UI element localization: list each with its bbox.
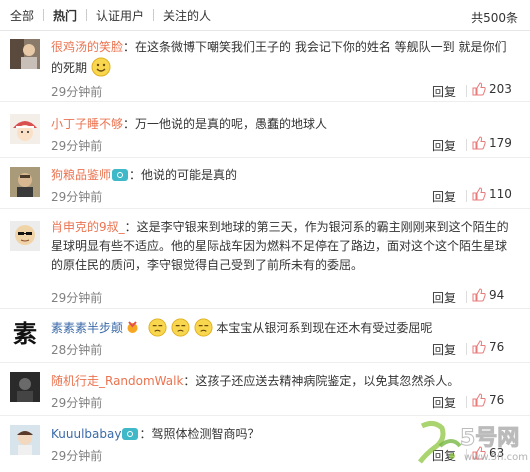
tab-following[interactable]: 关注的人	[154, 7, 220, 24]
comment-item: 小丁子睡不够：万一他说的是真的呢，愚蠢的地球人 29分钟前 回复 179	[0, 102, 530, 158]
comment-username[interactable]: 肖申克的9叔_	[51, 220, 125, 234]
thumbs-up-icon	[472, 340, 486, 354]
like-count: 203	[489, 82, 512, 96]
comment-item: 随机行走_RandomWalk：这孩子还应送去精神病院鉴定，以免其忽然杀人。 2…	[0, 363, 530, 416]
unamused-emoji-icon	[148, 318, 167, 337]
divider	[466, 139, 467, 151]
reply-button[interactable]: 回复	[432, 341, 456, 358]
unamused-emoji-icon	[171, 318, 190, 337]
like-count: 76	[489, 340, 505, 354]
thumbs-up-icon	[472, 82, 486, 96]
reply-button[interactable]: 回复	[432, 289, 456, 306]
reply-button[interactable]: 回复	[432, 394, 456, 411]
tab-hot[interactable]: 热门	[44, 7, 86, 24]
tab-verified-users[interactable]: 认证用户	[87, 7, 153, 24]
avatar[interactable]	[10, 167, 40, 197]
comment-text-block: 小丁子睡不够：万一他说的是真的呢，愚蠢的地球人	[51, 115, 517, 134]
site-watermark-logo: 5号网 www.5h.com	[412, 418, 530, 469]
avatar[interactable]	[10, 114, 40, 144]
comment-text-block: 肖申克的9叔_：这是李守银来到地球的第三天，作为银河系的霸主刚刚来到这个陌生的星…	[51, 218, 517, 275]
comment-content: ：万一他说的是真的呢，愚蠢的地球人	[123, 117, 328, 131]
divider	[466, 85, 467, 97]
comment-item: 很鸡汤的笑脸：在这条微博下嘲笑我们王子的 我会记下你的姓名 等舰队一到 就是你们…	[0, 31, 530, 102]
like-button[interactable]: 179	[472, 136, 512, 150]
emoji-group	[144, 318, 216, 337]
like-button[interactable]: 76	[472, 340, 504, 354]
avatar-glyph: 素	[13, 319, 37, 348]
avatar-image	[10, 372, 40, 402]
divider	[466, 343, 467, 355]
avatar[interactable]	[10, 39, 40, 69]
thumbs-up-icon	[472, 187, 486, 201]
thumbs-up-icon	[472, 288, 486, 302]
comment-username[interactable]: 狗粮品鉴师	[51, 168, 111, 182]
thumbs-up-icon	[472, 136, 486, 150]
like-count: 179	[489, 136, 512, 150]
thumbs-up-icon	[472, 393, 486, 407]
comment-text-block: 狗粮品鉴师 ：他说的可能是真的	[51, 166, 517, 185]
divider	[466, 291, 467, 303]
avatar[interactable]	[10, 221, 40, 251]
comment-time: 29分钟前	[51, 449, 103, 463]
reply-button[interactable]: 回复	[432, 188, 456, 205]
comment-tabs: 全部 热门 认证用户 关注的人 共500条	[0, 0, 530, 31]
comment-content: ：他说的可能是真的	[129, 168, 238, 182]
avatar-image	[10, 114, 40, 144]
comment-item: 素 素素素半步颠 本宝宝从银河系到现在还木有受过委屈呢 28分钟前 回复 76	[0, 309, 530, 363]
verified-badge-icon	[112, 169, 129, 181]
comment-content: ：驾照体检测智商吗？	[139, 427, 260, 441]
like-button[interactable]: 94	[472, 288, 504, 302]
divider	[466, 396, 467, 408]
comment-username[interactable]: Kuuulbabay	[51, 427, 121, 441]
avatar-image	[10, 221, 40, 251]
reply-button[interactable]: 回复	[432, 137, 456, 154]
comment-username[interactable]: 素素素半步颠	[51, 321, 123, 335]
comment-username[interactable]: 很鸡汤的笑脸	[51, 40, 123, 54]
avatar[interactable]	[10, 425, 40, 455]
like-count: 94	[489, 288, 505, 302]
comment-username[interactable]: 随机行走_RandomWalk	[51, 374, 183, 388]
comment-total-count: 共500条	[471, 11, 518, 25]
avatar[interactable]	[10, 372, 40, 402]
comment-time: 29分钟前	[51, 139, 103, 153]
like-count: 110	[489, 187, 512, 201]
smile-emoji-icon	[91, 57, 111, 83]
avatar-image	[10, 167, 40, 197]
comment-time: 29分钟前	[51, 190, 103, 204]
comment-time: 28分钟前	[51, 343, 103, 357]
comment-item: 肖申克的9叔_：这是李守银来到地球的第三天，作为银河系的霸主刚刚来到这个陌生的星…	[0, 209, 530, 309]
comment-time: 29分钟前	[51, 291, 103, 305]
unamused-emoji-icon	[193, 318, 213, 337]
comment-username[interactable]: 小丁子睡不够	[51, 117, 123, 131]
reply-button[interactable]: 回复	[432, 83, 456, 100]
avatar[interactable]: 素	[10, 319, 40, 349]
like-count: 76	[489, 393, 505, 407]
like-button[interactable]: 110	[472, 187, 512, 201]
medal-badge-icon	[127, 321, 138, 333]
watermark-brand: 5号网	[459, 426, 520, 452]
comment-text-block: 素素素半步颠 本宝宝从银河系到现在还木有受过委屈呢	[51, 318, 517, 338]
comment-content: ：这孩子还应送去精神病院鉴定，以免其忽然杀人。	[183, 374, 460, 388]
avatar-image	[10, 39, 40, 69]
tab-all[interactable]: 全部	[0, 7, 43, 24]
comment-item: 狗粮品鉴师 ：他说的可能是真的 29分钟前 回复 110	[0, 158, 530, 209]
comment-content: 本宝宝从银河系到现在还木有受过委屈呢	[216, 321, 433, 335]
like-button[interactable]: 76	[472, 393, 504, 407]
comment-text-block: 很鸡汤的笑脸：在这条微博下嘲笑我们王子的 我会记下你的姓名 等舰队一到 就是你们…	[51, 38, 517, 83]
like-button[interactable]: 203	[472, 82, 512, 96]
watermark-url: www.5h.com	[464, 452, 529, 463]
comment-time: 29分钟前	[51, 85, 103, 99]
avatar-image	[10, 425, 40, 455]
comment-text-block: 随机行走_RandomWalk：这孩子还应送去精神病院鉴定，以免其忽然杀人。	[51, 372, 517, 391]
verified-badge-icon	[122, 428, 139, 440]
comment-time: 29分钟前	[51, 396, 103, 410]
divider	[466, 190, 467, 202]
